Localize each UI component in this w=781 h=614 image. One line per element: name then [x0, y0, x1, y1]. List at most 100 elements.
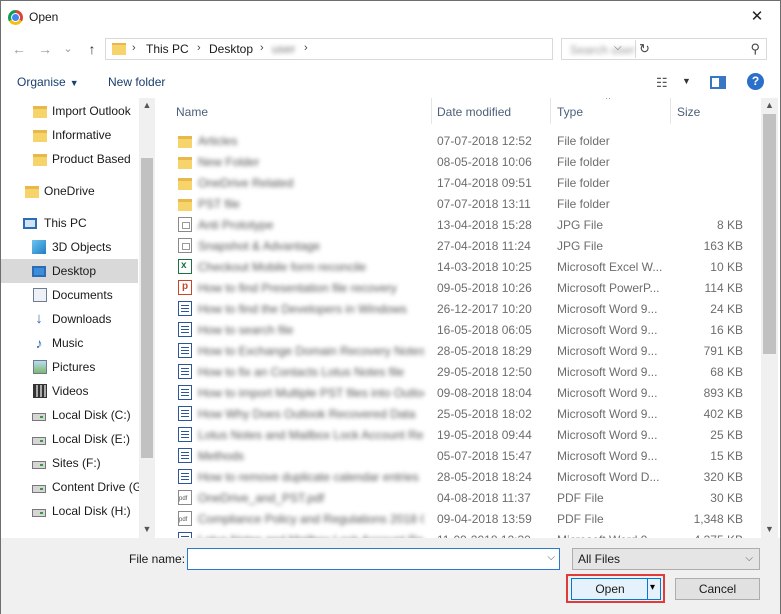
- file-date-modified: 05-07-2018 15:47: [437, 449, 532, 463]
- file-name-label: File name:: [129, 552, 186, 566]
- file-name: Compliance Policy and Regulations 2018 G…: [198, 512, 424, 526]
- breadcrumb-this-pc[interactable]: This PC: [146, 42, 189, 56]
- file-date-modified: 13-04-2018 15:28: [437, 218, 532, 232]
- sidebar-item-local-disk-h[interactable]: Local Disk (H:): [1, 499, 138, 523]
- file-row[interactable]: Checkout Mobile form reconcile 14-03-2018…: [156, 256, 761, 277]
- file-date-modified: 19-05-2018 09:44: [437, 428, 532, 442]
- sidebar-item-local-disk-c[interactable]: Local Disk (C:): [1, 403, 138, 427]
- file-row[interactable]: Articles 07-07-2018 12:52 File folder: [156, 130, 761, 151]
- up-folder-button[interactable]: ↑: [82, 39, 102, 59]
- chevron-down-icon: ⌵: [745, 553, 753, 564]
- scroll-down-icon[interactable]: ▼: [761, 522, 778, 536]
- back-button[interactable]: ←: [9, 39, 29, 59]
- search-icon[interactable]: ⚲: [750, 41, 760, 57]
- open-button[interactable]: Open ▾: [571, 578, 661, 600]
- change-view-icon[interactable]: ☷: [656, 75, 668, 91]
- sidebar-item-onedrive[interactable]: OneDrive: [1, 179, 138, 203]
- file-row[interactable]: How to find Presentation file recovery 09…: [156, 277, 761, 298]
- file-name: How to fix an Contacts Lotus Notes file: [198, 365, 405, 379]
- sidebar-item-videos[interactable]: Videos: [1, 379, 138, 403]
- sidebar-item-content-drive-g[interactable]: Content Drive (G: [1, 475, 142, 499]
- column-divider[interactable]: [431, 98, 432, 124]
- file-row[interactable]: How to find the Developers in Windows 26-…: [156, 298, 761, 319]
- recent-locations-button[interactable]: ⌄: [58, 39, 78, 59]
- folder-icon: [112, 43, 126, 55]
- sidebar-item-sites-f[interactable]: Sites (F:): [1, 451, 138, 475]
- excel-file-icon: [178, 259, 192, 274]
- sidebar-item-informative[interactable]: Informative: [1, 123, 138, 147]
- column-header-name[interactable]: Name: [176, 105, 208, 119]
- sidebar-item-3d-objects[interactable]: 3D Objects: [1, 235, 138, 259]
- onedrive-icon: [25, 186, 39, 198]
- file-row[interactable]: How to import Multiple PST files into Ou…: [156, 382, 761, 403]
- column-header-size[interactable]: Size: [677, 105, 700, 119]
- sidebar-item-music[interactable]: ♪ Music: [1, 331, 138, 355]
- breadcrumb-desktop[interactable]: Desktop: [209, 42, 253, 56]
- help-icon[interactable]: ?: [747, 73, 764, 90]
- file-name: OneDrive_and_PST.pdf: [198, 491, 325, 505]
- breadcrumb-separator: ›: [304, 42, 308, 54]
- file-date-modified: 29-05-2018 12:50: [437, 365, 532, 379]
- file-row[interactable]: How to Exchange Domain Recovery Notes 28-…: [156, 340, 761, 361]
- search-input[interactable]: Search user ⚲: [561, 38, 767, 60]
- file-row[interactable]: Lotus Notes and Mailbox Lock Account Rec…: [156, 529, 761, 538]
- sidebar-item-downloads[interactable]: ↓ Downloads: [1, 307, 138, 331]
- scroll-down-icon[interactable]: ▼: [139, 522, 155, 536]
- file-date-modified: 07-07-2018 13:11: [437, 197, 531, 211]
- scroll-up-icon[interactable]: ▲: [139, 98, 155, 112]
- file-date-modified: 17-04-2018 09:51: [437, 176, 532, 190]
- file-row[interactable]: How to remove duplicate calendar entries…: [156, 466, 761, 487]
- sidebar-item-local-disk-e[interactable]: Local Disk (E:): [1, 427, 138, 451]
- file-row[interactable]: How Why Does Outlook Recovered Data 25-05…: [156, 403, 761, 424]
- open-options-arrow-icon[interactable]: ▾: [650, 582, 655, 593]
- file-date-modified: 28-05-2018 18:29: [437, 344, 532, 358]
- file-row[interactable]: OneDrive Related 17-04-2018 09:51 File fol…: [156, 172, 761, 193]
- sidebar-item-desktop[interactable]: Desktop: [1, 259, 138, 283]
- scroll-up-icon[interactable]: ▲: [761, 98, 778, 112]
- desktop-icon: [32, 266, 46, 277]
- file-row[interactable]: OneDrive_and_PST.pdf 04-08-2018 11:37 PDF …: [156, 487, 761, 508]
- file-row[interactable]: PST file 07-07-2018 13:11 File folder: [156, 193, 761, 214]
- chevron-down-icon[interactable]: ⌵: [547, 552, 555, 563]
- column-divider[interactable]: [670, 98, 671, 124]
- file-name-input[interactable]: ⌵: [187, 548, 560, 570]
- view-options-dropdown[interactable]: ▼: [682, 76, 691, 86]
- disk-icon: [32, 437, 46, 445]
- new-folder-button[interactable]: New folder: [108, 75, 165, 89]
- forward-button[interactable]: →: [35, 39, 55, 59]
- file-row[interactable]: How to fix an Contacts Lotus Notes file 2…: [156, 361, 761, 382]
- navigation-scrollbar[interactable]: ▲ ▼: [139, 98, 155, 538]
- sidebar-item-pictures[interactable]: Pictures: [1, 355, 138, 379]
- file-type: PDF File: [557, 491, 604, 505]
- word-file-icon: [178, 385, 192, 400]
- file-size: 15 KB: [710, 449, 743, 463]
- sidebar-item-documents[interactable]: Documents: [1, 283, 138, 307]
- file-row[interactable]: Lotus Notes and Mailbox Lock Account Rec…: [156, 424, 761, 445]
- sidebar-item-this-pc[interactable]: This PC: [1, 211, 138, 235]
- file-row[interactable]: Snapshot & Advantage 27-04-2018 11:24 JPG …: [156, 235, 761, 256]
- word-file-icon: [178, 427, 192, 442]
- sidebar-item-import-outlook[interactable]: Import Outlook: [1, 99, 138, 123]
- cancel-button[interactable]: Cancel: [675, 578, 760, 600]
- column-header-date-modified[interactable]: Date modified: [437, 105, 511, 119]
- file-list-scrollbar[interactable]: ▲ ▼: [761, 98, 778, 538]
- file-row[interactable]: Anti Prototype 13-04-2018 15:28 JPG File 8 …: [156, 214, 761, 235]
- sidebar-item-label: Downloads: [52, 312, 112, 326]
- sidebar-item-product-based[interactable]: Product Based: [1, 147, 138, 171]
- file-type-select[interactable]: All Files ⌵: [572, 548, 760, 570]
- breadcrumb-user[interactable]: user: [272, 42, 295, 56]
- close-button[interactable]: ✕: [737, 3, 777, 31]
- sidebar-item-label: Music: [52, 336, 84, 350]
- column-header-type[interactable]: Type: [557, 105, 583, 119]
- file-row[interactable]: New Folder 08-05-2018 10:06 File folder: [156, 151, 761, 172]
- organise-menu-button[interactable]: Organise ▼: [17, 75, 79, 89]
- file-row[interactable]: Compliance Policy and Regulations 2018 G…: [156, 508, 761, 529]
- scrollbar-thumb[interactable]: [141, 158, 153, 458]
- scrollbar-thumb[interactable]: [763, 114, 776, 354]
- file-row[interactable]: How to search file 16-05-2018 06:05 Micros…: [156, 319, 761, 340]
- column-divider[interactable]: [550, 98, 551, 124]
- preview-pane-icon[interactable]: [710, 76, 726, 89]
- powerpoint-file-icon: [178, 280, 192, 295]
- address-bar[interactable]: › This PC › Desktop › user › ⌵ ↻: [105, 38, 650, 60]
- file-row[interactable]: Methods 05-07-2018 15:47 Microsoft Word 9.…: [156, 445, 761, 466]
